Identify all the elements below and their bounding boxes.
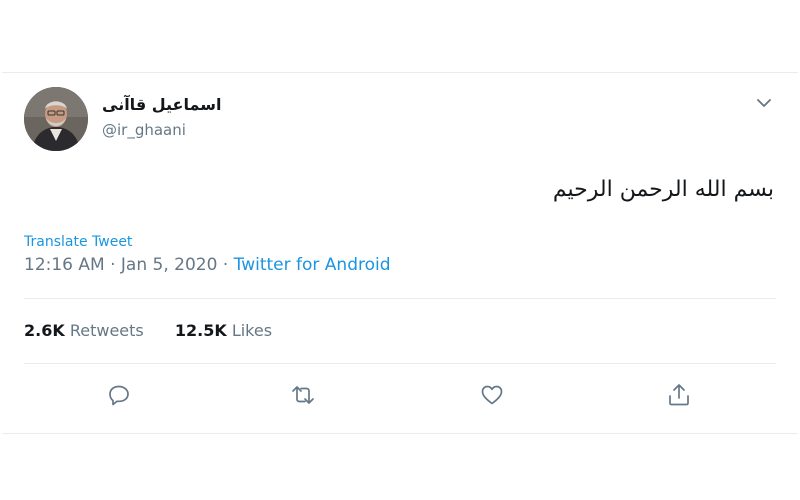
meta-separator: · [110,255,116,275]
tweet-text: بسم الله الرحمن الرحيم [552,177,774,202]
translate-tweet-link[interactable]: Translate Tweet [24,234,132,250]
tweet-time[interactable]: 12:16 AM [24,255,105,275]
chevron-down-icon[interactable] [754,93,774,113]
meta-separator: · [222,255,229,275]
avatar-image [24,87,88,151]
retweets-label: Retweets [69,321,144,340]
avatar[interactable] [24,87,88,151]
tweet-stats: 2.6K Retweets 12.5K Likes [24,321,298,340]
tweet-card: اسماعیل قاآنی @ir_ghaani بسم الله الرحمن… [2,72,798,434]
likes-count: 12.5K [174,321,227,340]
retweet-icon[interactable] [289,381,317,409]
likes-label: Likes [231,321,273,340]
tweet-actions [2,381,798,425]
heart-icon[interactable] [478,381,506,409]
retweets-stat[interactable]: 2.6K Retweets [24,321,144,340]
tweet-date[interactable]: Jan 5, 2020 [121,255,218,275]
tweet-meta: 12:16 AM · Jan 5, 2020 · Twitter for And… [24,255,391,275]
author-name[interactable]: اسماعیل قاآنی [102,95,221,114]
retweets-count: 2.6K [24,321,65,340]
divider [24,363,776,364]
reply-icon[interactable] [105,381,133,409]
likes-stat[interactable]: 12.5K Likes [175,321,272,340]
divider [24,298,776,299]
author-handle[interactable]: @ir_ghaani [102,121,186,139]
tweet-source-link[interactable]: Twitter for Android [234,255,391,275]
share-icon[interactable] [665,381,693,409]
